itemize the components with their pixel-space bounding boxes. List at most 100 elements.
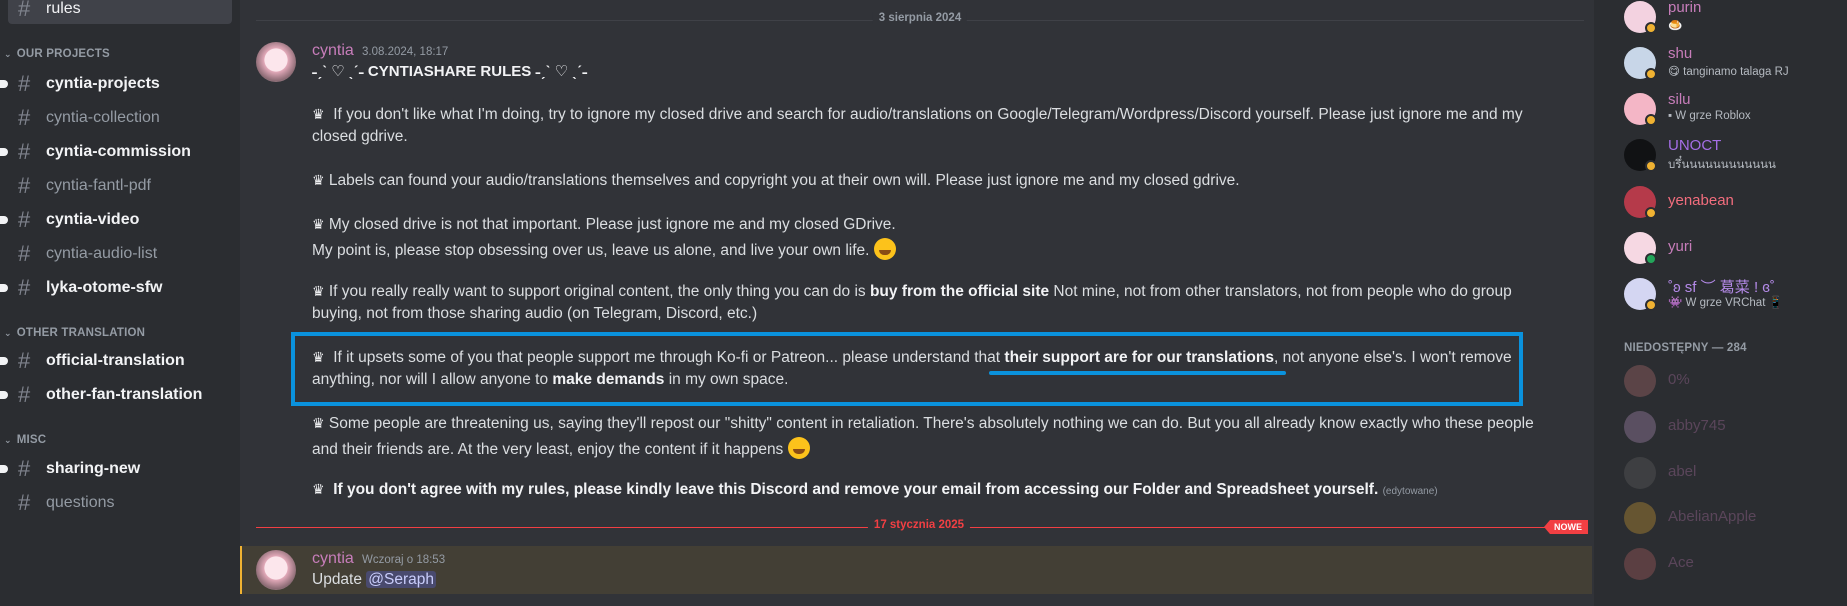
member-item-offline[interactable]: AbelianApple [1624,497,1844,539]
highlight-underline [989,371,1286,375]
chevron-down-icon: ⌄ [4,327,12,338]
member-avatar [1624,457,1656,489]
grinning-emoji-icon[interactable] [787,437,810,459]
date-divider: 3 sierpnia 2024 [256,12,1584,24]
rule-line: closed gdrive. [312,128,408,145]
member-activity: 👾 W grze VRChat 📱 [1668,297,1783,309]
message-list[interactable]: 3 sierpnia 2024 [240,0,1600,606]
crown-icon: ♛ [312,106,325,122]
member-name: ˚ʚ sf ︶ 葛菜 ! ɞ˚ [1668,279,1775,296]
member-activity: 🍮 [1668,20,1683,32]
member-name: 0% [1668,371,1690,388]
member-name: AbelianApple [1668,508,1757,525]
chevron-down-icon: ⌄ [4,48,12,59]
member-item[interactable]: shu 😋 tanginamo talaga RJ [1624,42,1844,84]
status-indicator [1645,68,1657,80]
category-our-projects[interactable]: ⌄ OUR PROJECTS [4,48,110,60]
author-name[interactable]: cyntia [312,42,354,60]
hash-icon: # [18,139,31,164]
member-item-offline[interactable]: 0% [1624,360,1844,402]
rule-line: ♛ If it upsets some of you that people s… [312,349,1512,366]
rule-line: ♛ If you really really want to support o… [312,283,1512,300]
status-indicator [1645,114,1657,126]
member-item-offline[interactable]: abby745 [1624,406,1844,448]
member-activity: ▪ W grze Roblox [1668,110,1751,122]
hash-icon: # [18,71,31,96]
author-avatar[interactable] [256,550,296,590]
status-indicator [1645,22,1657,34]
unread-indicator [0,284,8,292]
channel-sharing-new[interactable]: # sharing-new [0,454,232,484]
member-item[interactable]: silu ▪ W grze Roblox [1624,88,1844,130]
hash-icon: # [18,241,31,266]
hash-icon: # [18,105,31,130]
unread-indicator [0,357,8,365]
category-misc[interactable]: ⌄ MISC [4,434,46,446]
member-item[interactable]: purin 🍮 [1624,0,1844,38]
member-item[interactable]: ˚ʚ sf ︶ 葛菜 ! ɞ˚ 👾 W grze VRChat 📱 [1624,273,1844,315]
author-name[interactable]: cyntia [312,550,354,568]
rule-line: ♛ If you don't agree with my rules, plea… [312,481,1438,498]
channel-lyka-otome-sfw[interactable]: # lyka-otome-sfw [0,273,232,303]
hash-icon: # [18,275,31,300]
unread-indicator [0,80,8,88]
status-indicator [1645,207,1657,219]
channel-cyntia-video[interactable]: # cyntia-video [0,205,232,235]
unread-indicator [0,216,8,224]
discord-window: # rules ⌄ OUR PROJECTS # cyntia-projects… [0,0,1847,606]
hash-icon: # [18,348,31,373]
channel-official-translation[interactable]: # official-translation [0,346,232,376]
category-other-translation[interactable]: ⌄ OTHER TRANSLATION [4,327,145,339]
channel-cyntia-projects[interactable]: # cyntia-projects [0,69,232,99]
channel-other-fan-translation[interactable]: # other-fan-translation [0,380,232,410]
member-name: abby745 [1668,417,1726,434]
author-avatar[interactable] [256,42,296,82]
hash-icon: # [18,173,31,198]
new-badge: NOWE [1544,520,1588,534]
member-avatar [1624,411,1656,443]
channel-cyntia-fantl-pdf[interactable]: # cyntia-fantl-pdf [8,171,232,201]
user-mention[interactable]: @Seraph [366,571,437,588]
new-messages-divider: 17 stycznia 2025 NOWE [256,519,1588,534]
channel-name: rules [46,0,81,17]
member-name: shu [1668,45,1693,62]
channel-cyntia-audio-list[interactable]: # cyntia-audio-list [8,239,232,269]
unread-indicator [0,148,8,156]
member-name: UNOCT [1668,137,1722,154]
highlight-annotation-box [291,332,1523,406]
member-list: purin 🍮 shu 😋 tanginamo talaga RJ silu ▪ W gr… [1600,0,1847,606]
channel-questions[interactable]: # questions [8,488,232,518]
channel-cyntia-commission[interactable]: # cyntia-commission [0,137,232,167]
hash-icon: # [18,382,31,407]
channel-cyntia-collection[interactable]: # cyntia-collection [8,103,232,133]
rules-title: ˗ˏˋ ♡ ˎˊ˗ CYNTIASHARE RULES ˗ˏˋ ♡ ˎˊ˗ [312,63,588,80]
member-item[interactable]: UNOCT บรึ๋นนนนนนนนนนนน [1624,134,1844,176]
message-timestamp: Wczoraj o 18:53 [362,554,446,566]
offline-section-header: NIEDOSTĘPNY — 284 [1624,342,1747,354]
member-item[interactable]: yenabean [1624,181,1844,223]
member-item[interactable]: yuri [1624,227,1844,269]
crown-icon: ♛ [312,415,325,431]
status-indicator [1645,299,1657,311]
member-name: purin [1668,0,1702,16]
rule-line: My point is, please stop obsessing over … [312,238,896,260]
message-content: Update @Seraph [312,571,437,588]
grinning-emoji-icon[interactable] [873,238,896,260]
hash-icon: # [18,207,31,232]
member-name: abel [1668,463,1697,480]
member-name: Ace [1668,554,1694,571]
member-item-offline[interactable]: abel [1624,452,1844,494]
unread-indicator [0,391,8,399]
rule-line: buying, not from those sharing audio (on… [312,305,758,322]
member-activity: บรึ๋นนนนนนนนนนนน [1668,159,1776,171]
hash-icon: # [18,456,31,481]
rule-line: ♛ If you don't like what I'm doing, try … [312,106,1523,123]
member-avatar [1624,502,1656,534]
rule-line: anything, nor will I allow anyone to mak… [312,371,789,388]
member-item-offline[interactable]: Ace [1624,543,1844,585]
rule-line: ♛ Some people are threatening us, saying… [312,415,1534,432]
member-name: silu [1668,91,1691,108]
hash-icon: # [18,0,31,21]
channel-rules[interactable]: # rules [8,0,232,24]
rule-line: ♛ Labels can found your audio/translatio… [312,172,1240,189]
